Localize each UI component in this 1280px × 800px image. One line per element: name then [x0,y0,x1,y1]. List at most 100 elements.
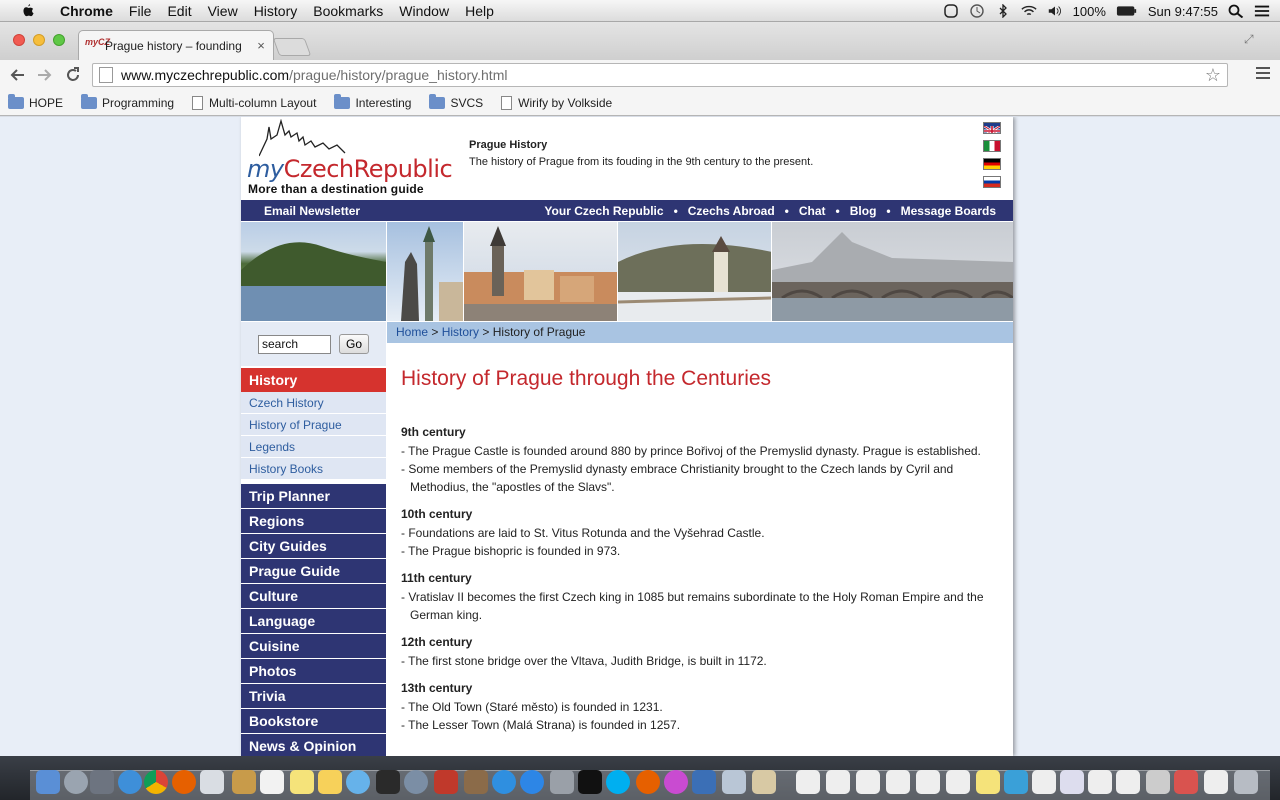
sidebar-item-language[interactable]: Language [241,609,386,633]
battery-icon[interactable] [1116,4,1138,18]
iphoto-icon[interactable] [464,770,488,794]
menu-app-name[interactable]: Chrome [52,0,121,22]
sidebar-sub-czech-history[interactable]: Czech History [241,392,386,414]
finder-icon[interactable] [36,770,60,794]
skype-status-icon[interactable] [943,4,959,18]
quicktime-icon[interactable] [404,770,428,794]
document-icon[interactable] [1060,770,1084,794]
sidebar-sub-history-books[interactable]: History Books [241,458,386,480]
address-bar[interactable]: www.myczechrepublic.com/prague/history/p… [92,63,1228,87]
mail-icon[interactable] [200,770,224,794]
sidebar-item-city-guides[interactable]: City Guides [241,534,386,558]
sidebar-item-culture[interactable]: Culture [241,584,386,608]
preview-icon[interactable] [722,770,746,794]
breadcrumb-home[interactable]: Home [396,325,428,339]
minimize-window-button[interactable] [33,34,45,46]
terminal-icon[interactable] [376,770,400,794]
time-machine-icon[interactable] [969,4,985,18]
notification-center-icon[interactable] [1254,4,1270,18]
nav-chat[interactable]: Chat [799,204,826,218]
document-icon[interactable] [1004,770,1028,794]
bookmark-interesting[interactable]: Interesting [334,93,411,110]
menu-history[interactable]: History [246,0,306,22]
nav-email-newsletter[interactable]: Email Newsletter [264,204,360,218]
search-input[interactable]: search [258,334,331,354]
chrome-icon[interactable] [144,770,168,794]
document-icon[interactable] [826,770,850,794]
apple-icon[interactable] [18,3,38,19]
messages-icon[interactable] [346,770,370,794]
bookmark-wirify[interactable]: Wirify by Volkside [501,95,612,110]
itunes-icon[interactable] [492,770,516,794]
launchpad-icon[interactable] [64,770,88,794]
bookmark-star-icon[interactable]: ☆ [1205,65,1221,86]
reload-button[interactable] [62,64,84,86]
menu-file[interactable]: File [121,0,160,22]
menu-edit[interactable]: Edit [159,0,199,22]
sidebar-item-prague-guide[interactable]: Prague Guide [241,559,386,583]
system-preferences-icon[interactable] [550,770,574,794]
sidebar-item-trivia[interactable]: Trivia [241,684,386,708]
sidebar-item-trip-planner[interactable]: Trip Planner [241,484,386,508]
notes-icon[interactable] [290,770,314,794]
menu-bookmarks[interactable]: Bookmarks [305,0,391,22]
fullscreen-icon[interactable]: ⤢ [1244,32,1260,46]
site-logo[interactable]: myCzechRepublic More than a destination … [247,119,457,199]
tab-close-icon[interactable]: × [255,38,267,53]
document-icon[interactable] [1146,770,1170,794]
sidebar-item-regions[interactable]: Regions [241,509,386,533]
bluetooth-icon[interactable] [995,4,1011,18]
document-icon[interactable] [916,770,940,794]
breadcrumb-history[interactable]: History [442,325,479,339]
nav-czechs-abroad[interactable]: Czechs Abroad [688,204,775,218]
photo-booth-icon[interactable] [434,770,458,794]
document-icon[interactable] [1032,770,1056,794]
terminal-icon[interactable] [578,770,602,794]
sidebar-item-history[interactable]: History [241,368,386,392]
mission-control-icon[interactable] [90,770,114,794]
sidebar-item-bookstore[interactable]: Bookstore [241,709,386,733]
menu-view[interactable]: View [200,0,246,22]
search-go-button[interactable]: Go [339,334,369,354]
document-icon[interactable] [856,770,880,794]
contacts-icon[interactable] [232,770,256,794]
document-icon[interactable] [1116,770,1140,794]
flower-app-icon[interactable] [664,770,688,794]
flag-italy-icon[interactable] [983,140,1001,152]
sidebar-item-photos[interactable]: Photos [241,659,386,683]
sidebar-item-news-opinion[interactable]: News & Opinion [241,734,386,756]
sidebar-sub-legends[interactable]: Legends [241,436,386,458]
nav-message-boards[interactable]: Message Boards [901,204,996,218]
firefox-icon[interactable] [172,770,196,794]
menu-window[interactable]: Window [391,0,457,22]
sidebar-item-cuisine[interactable]: Cuisine [241,634,386,658]
flag-russia-icon[interactable] [983,176,1001,188]
document-icon[interactable] [976,770,1000,794]
volume-icon[interactable] [1047,4,1063,18]
menu-help[interactable]: Help [457,0,502,22]
firefox-icon[interactable] [636,770,660,794]
app-store-icon[interactable] [520,770,544,794]
skype-icon[interactable] [606,770,630,794]
document-icon[interactable] [796,770,820,794]
virtualbox-icon[interactable] [692,770,716,794]
new-tab-button[interactable] [272,38,312,56]
bookmark-hope[interactable]: HOPE [8,93,63,110]
menu-clock[interactable]: Sun 9:47:55 [1148,4,1218,19]
nav-your-czech-republic[interactable]: Your Czech Republic [544,204,663,218]
bookmark-programming[interactable]: Programming [81,93,174,110]
wifi-icon[interactable] [1021,4,1037,18]
document-icon[interactable] [946,770,970,794]
calendar-icon[interactable] [260,770,284,794]
stickies-icon[interactable] [318,770,342,794]
trash-icon[interactable] [1234,770,1258,794]
back-button[interactable] [6,64,28,86]
zoom-window-button[interactable] [53,34,65,46]
app-icon[interactable] [752,770,776,794]
flag-uk-icon[interactable] [983,122,1001,134]
chrome-menu-icon[interactable] [1256,67,1270,81]
close-window-button[interactable] [13,34,25,46]
bookmark-multi-column-layout[interactable]: Multi-column Layout [192,95,316,110]
nav-blog[interactable]: Blog [850,204,877,218]
document-icon[interactable] [1204,770,1228,794]
